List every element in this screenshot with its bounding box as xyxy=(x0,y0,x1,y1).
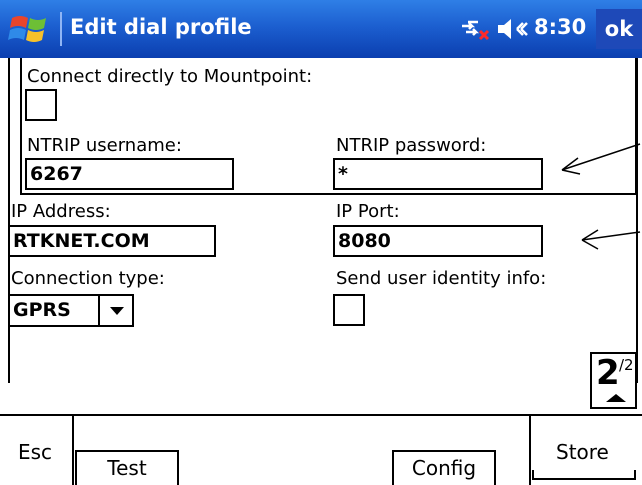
ip-address-input[interactable]: RTKNET.COM xyxy=(8,225,216,257)
page-current: 2 xyxy=(596,353,620,393)
ok-button[interactable]: ok xyxy=(596,9,642,49)
annotation-arrow-port xyxy=(581,229,641,250)
send-identity-label: Send user identity info: xyxy=(336,268,547,289)
chevron-down-icon[interactable] xyxy=(98,296,134,325)
ip-port-label: IP Port: xyxy=(336,201,400,222)
test-button[interactable]: Test xyxy=(75,450,179,485)
connect-mountpoint-checkbox[interactable] xyxy=(25,89,57,121)
page-up-icon xyxy=(606,394,626,402)
title-divider xyxy=(60,12,62,46)
store-underline xyxy=(532,470,636,480)
connection-type-label: Connection type: xyxy=(11,268,165,289)
ntrip-username-label: NTRIP username: xyxy=(27,135,182,156)
connect-mountpoint-label: Connect directly to Mountpoint: xyxy=(27,66,313,87)
connectivity-icon[interactable] xyxy=(458,16,490,42)
ip-port-input[interactable]: 8080 xyxy=(333,225,543,257)
page-total: /2 xyxy=(619,356,634,374)
ntrip-password-label: NTRIP password: xyxy=(336,135,487,156)
form-right-edge xyxy=(636,58,638,383)
volume-icon[interactable] xyxy=(496,16,530,42)
title-bar: Edit dial profile 8:30 ok xyxy=(0,0,642,58)
ip-address-label: IP Address: xyxy=(11,201,111,222)
store-softkey[interactable]: Store xyxy=(556,440,609,464)
annotation-arrow-password xyxy=(561,143,641,175)
page-indicator-button[interactable]: 2 /2 xyxy=(590,352,637,409)
softbar-separator-right xyxy=(529,414,531,485)
clock[interactable]: 8:30 xyxy=(534,15,586,39)
send-identity-checkbox[interactable] xyxy=(333,294,365,326)
connection-type-dropdown[interactable]: GPRS xyxy=(8,294,134,327)
ntrip-username-input[interactable]: 6267 xyxy=(25,158,234,190)
softbar-divider xyxy=(0,414,642,416)
form-left-edge xyxy=(8,58,10,383)
window-title: Edit dial profile xyxy=(70,15,252,39)
ntrip-password-input[interactable]: * xyxy=(333,158,543,190)
config-button[interactable]: Config xyxy=(392,450,496,485)
connection-type-value: GPRS xyxy=(13,299,71,321)
start-menu-icon[interactable] xyxy=(8,10,52,48)
softbar-separator-left xyxy=(72,414,74,485)
esc-softkey[interactable]: Esc xyxy=(18,440,52,464)
